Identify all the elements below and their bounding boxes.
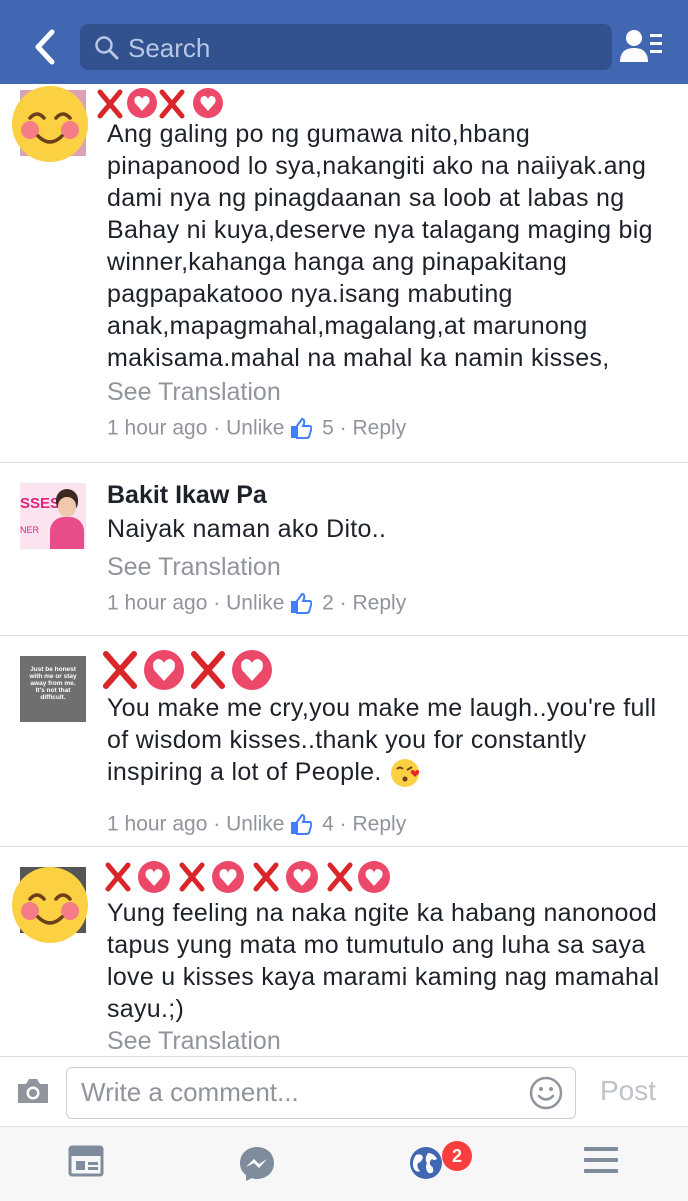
comment-meta: 1 hour ago · Unlike 4 · Reply bbox=[107, 812, 407, 836]
see-translation-link[interactable]: See Translation bbox=[107, 553, 281, 582]
post-button[interactable]: Post bbox=[600, 1075, 656, 1107]
like-count: 5 bbox=[322, 416, 334, 440]
like-thumb-icon bbox=[291, 814, 313, 836]
timestamp: 1 hour ago bbox=[107, 416, 208, 440]
comment-composer: Write a comment... Post bbox=[0, 1056, 688, 1127]
tab-notifications[interactable] bbox=[408, 1145, 444, 1186]
comment-item: SSES NER Bakit Ikaw Pa Naiyak naman ako … bbox=[0, 463, 688, 635]
comment-input[interactable]: Write a comment... bbox=[66, 1067, 576, 1119]
comment-text: Ang galing po ng gumawa nito,hbang pinap… bbox=[107, 120, 653, 372]
see-translation-link[interactable]: See Translation bbox=[107, 1027, 281, 1056]
comment-item: Ang galing po ng gumawa nito,hbang pinap… bbox=[0, 84, 688, 462]
globe-icon bbox=[410, 1147, 442, 1179]
like-count: 2 bbox=[322, 591, 334, 615]
friend-requests-button[interactable] bbox=[620, 28, 664, 69]
comment-item: Just be honest with me or stay away from… bbox=[0, 636, 688, 846]
comment-text: Yung feeling na naka ngite ka habang nan… bbox=[107, 899, 660, 1023]
comment-meta: 1 hour ago · Unlike 5 · Reply bbox=[107, 416, 407, 440]
reply-link[interactable]: Reply bbox=[353, 416, 407, 439]
search-bar[interactable]: Search bbox=[80, 24, 612, 70]
back-button[interactable] bbox=[30, 28, 60, 66]
tab-messenger[interactable] bbox=[238, 1145, 276, 1188]
chevron-left-icon bbox=[35, 29, 55, 65]
see-translation-link[interactable]: See Translation bbox=[107, 378, 281, 407]
commenter-name[interactable]: Bakit Ikaw Pa bbox=[107, 481, 267, 510]
kissing-face-emoji-icon bbox=[390, 759, 420, 788]
unlike-link[interactable]: Unlike bbox=[226, 591, 284, 614]
reply-link[interactable]: Reply bbox=[353, 812, 407, 835]
reply-link[interactable]: Reply bbox=[353, 591, 407, 614]
timestamp: 1 hour ago bbox=[107, 591, 208, 615]
smiling-face-emoji-icon bbox=[12, 867, 88, 943]
redaction-mark bbox=[103, 650, 272, 690]
redaction-mark bbox=[105, 861, 390, 893]
timestamp: 1 hour ago bbox=[107, 812, 208, 836]
notification-badge: 2 bbox=[442, 1141, 472, 1171]
tab-menu[interactable] bbox=[584, 1145, 618, 1180]
like-thumb-icon bbox=[291, 593, 313, 615]
redaction-mark bbox=[97, 88, 223, 119]
like-thumb-icon bbox=[291, 418, 313, 440]
comment-placeholder: Write a comment... bbox=[81, 1077, 299, 1107]
comment-item: Yung feeling na naka ngite ka habang nan… bbox=[0, 847, 688, 1056]
top-navigation-bar: Search bbox=[0, 0, 688, 84]
comments-feed[interactable]: Ang galing po ng gumawa nito,hbang pinap… bbox=[0, 84, 688, 1056]
avatar[interactable]: SSES NER bbox=[20, 483, 86, 549]
smiling-face-emoji-icon bbox=[12, 86, 88, 162]
messenger-icon bbox=[240, 1147, 274, 1181]
search-icon bbox=[95, 36, 119, 60]
news-feed-icon bbox=[68, 1145, 104, 1177]
tab-news-feed[interactable] bbox=[68, 1145, 104, 1182]
comment-text: You make me cry,you make me laugh..you'r… bbox=[107, 692, 668, 789]
emoji-picker-icon[interactable] bbox=[529, 1076, 563, 1110]
search-placeholder: Search bbox=[128, 33, 211, 63]
menu-icon bbox=[584, 1147, 618, 1173]
camera-button[interactable] bbox=[16, 1077, 50, 1110]
like-count: 4 bbox=[322, 812, 334, 836]
status-bar bbox=[0, 0, 688, 14]
unlike-link[interactable]: Unlike bbox=[226, 812, 284, 835]
bottom-tab-bar: 2 bbox=[0, 1126, 688, 1201]
people-list-icon bbox=[620, 30, 662, 62]
camera-icon bbox=[18, 1079, 48, 1103]
avatar[interactable]: Just be honest with me or stay away from… bbox=[20, 656, 86, 722]
comment-meta: 1 hour ago · Unlike 2 · Reply bbox=[107, 591, 407, 615]
unlike-link[interactable]: Unlike bbox=[226, 416, 284, 439]
comment-text: Naiyak naman ako Dito.. bbox=[107, 515, 387, 543]
